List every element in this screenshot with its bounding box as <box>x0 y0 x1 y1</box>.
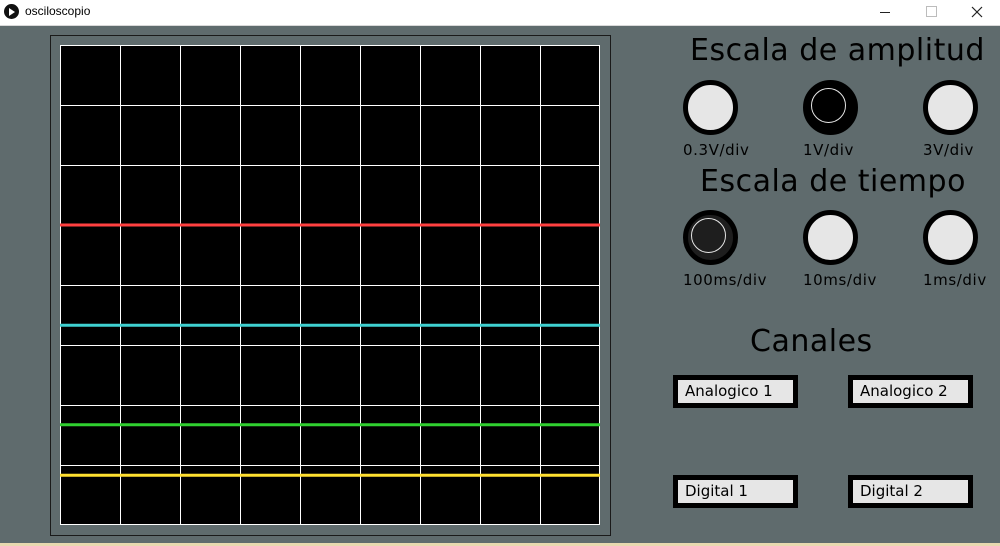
time-knob-10ms[interactable] <box>803 210 858 265</box>
title-bar: osciloscopio <box>0 0 1000 26</box>
channel-button-digital-2[interactable]: Digital 2 <box>848 475 973 508</box>
amplitude-label-3v: 3V/div <box>923 141 975 159</box>
app-play-icon <box>4 4 19 19</box>
amplitude-knob-0.3v[interactable] <box>683 80 738 135</box>
amplitude-label-0.3v: 0.3V/div <box>683 141 750 159</box>
channels-title: Canales <box>750 324 873 359</box>
channel-button-label: Analogico 1 <box>685 382 773 400</box>
channel-button-label: Analogico 2 <box>860 382 948 400</box>
channel-button-analogico-2[interactable]: Analogico 2 <box>848 375 973 408</box>
maximize-button[interactable] <box>908 0 954 25</box>
window-title: osciloscopio <box>25 4 91 18</box>
time-knob-100ms[interactable] <box>683 210 738 265</box>
channel-button-label: Digital 2 <box>860 482 923 500</box>
close-icon <box>971 6 983 18</box>
minimize-button[interactable] <box>862 0 908 25</box>
time-label-100ms: 100ms/div <box>683 271 768 289</box>
amplitude-title: Escala de amplitud <box>690 33 985 68</box>
amplitude-knob-1v[interactable] <box>803 80 858 135</box>
amplitude-label-1v: 1V/div <box>803 141 855 159</box>
scope-grid <box>60 45 600 525</box>
channel-button-analogico-1[interactable]: Analogico 1 <box>673 375 798 408</box>
time-knob-1ms[interactable] <box>923 210 978 265</box>
channel-button-digital-1[interactable]: Digital 1 <box>673 475 798 508</box>
channel-button-label: Digital 1 <box>685 482 748 500</box>
scope-screen <box>60 45 600 525</box>
time-label-1ms: 1ms/div <box>923 271 987 289</box>
amplitude-knob-3v[interactable] <box>923 80 978 135</box>
close-button[interactable] <box>954 0 1000 25</box>
time-label-10ms: 10ms/div <box>803 271 877 289</box>
time-title: Escala de tiempo <box>700 164 966 199</box>
